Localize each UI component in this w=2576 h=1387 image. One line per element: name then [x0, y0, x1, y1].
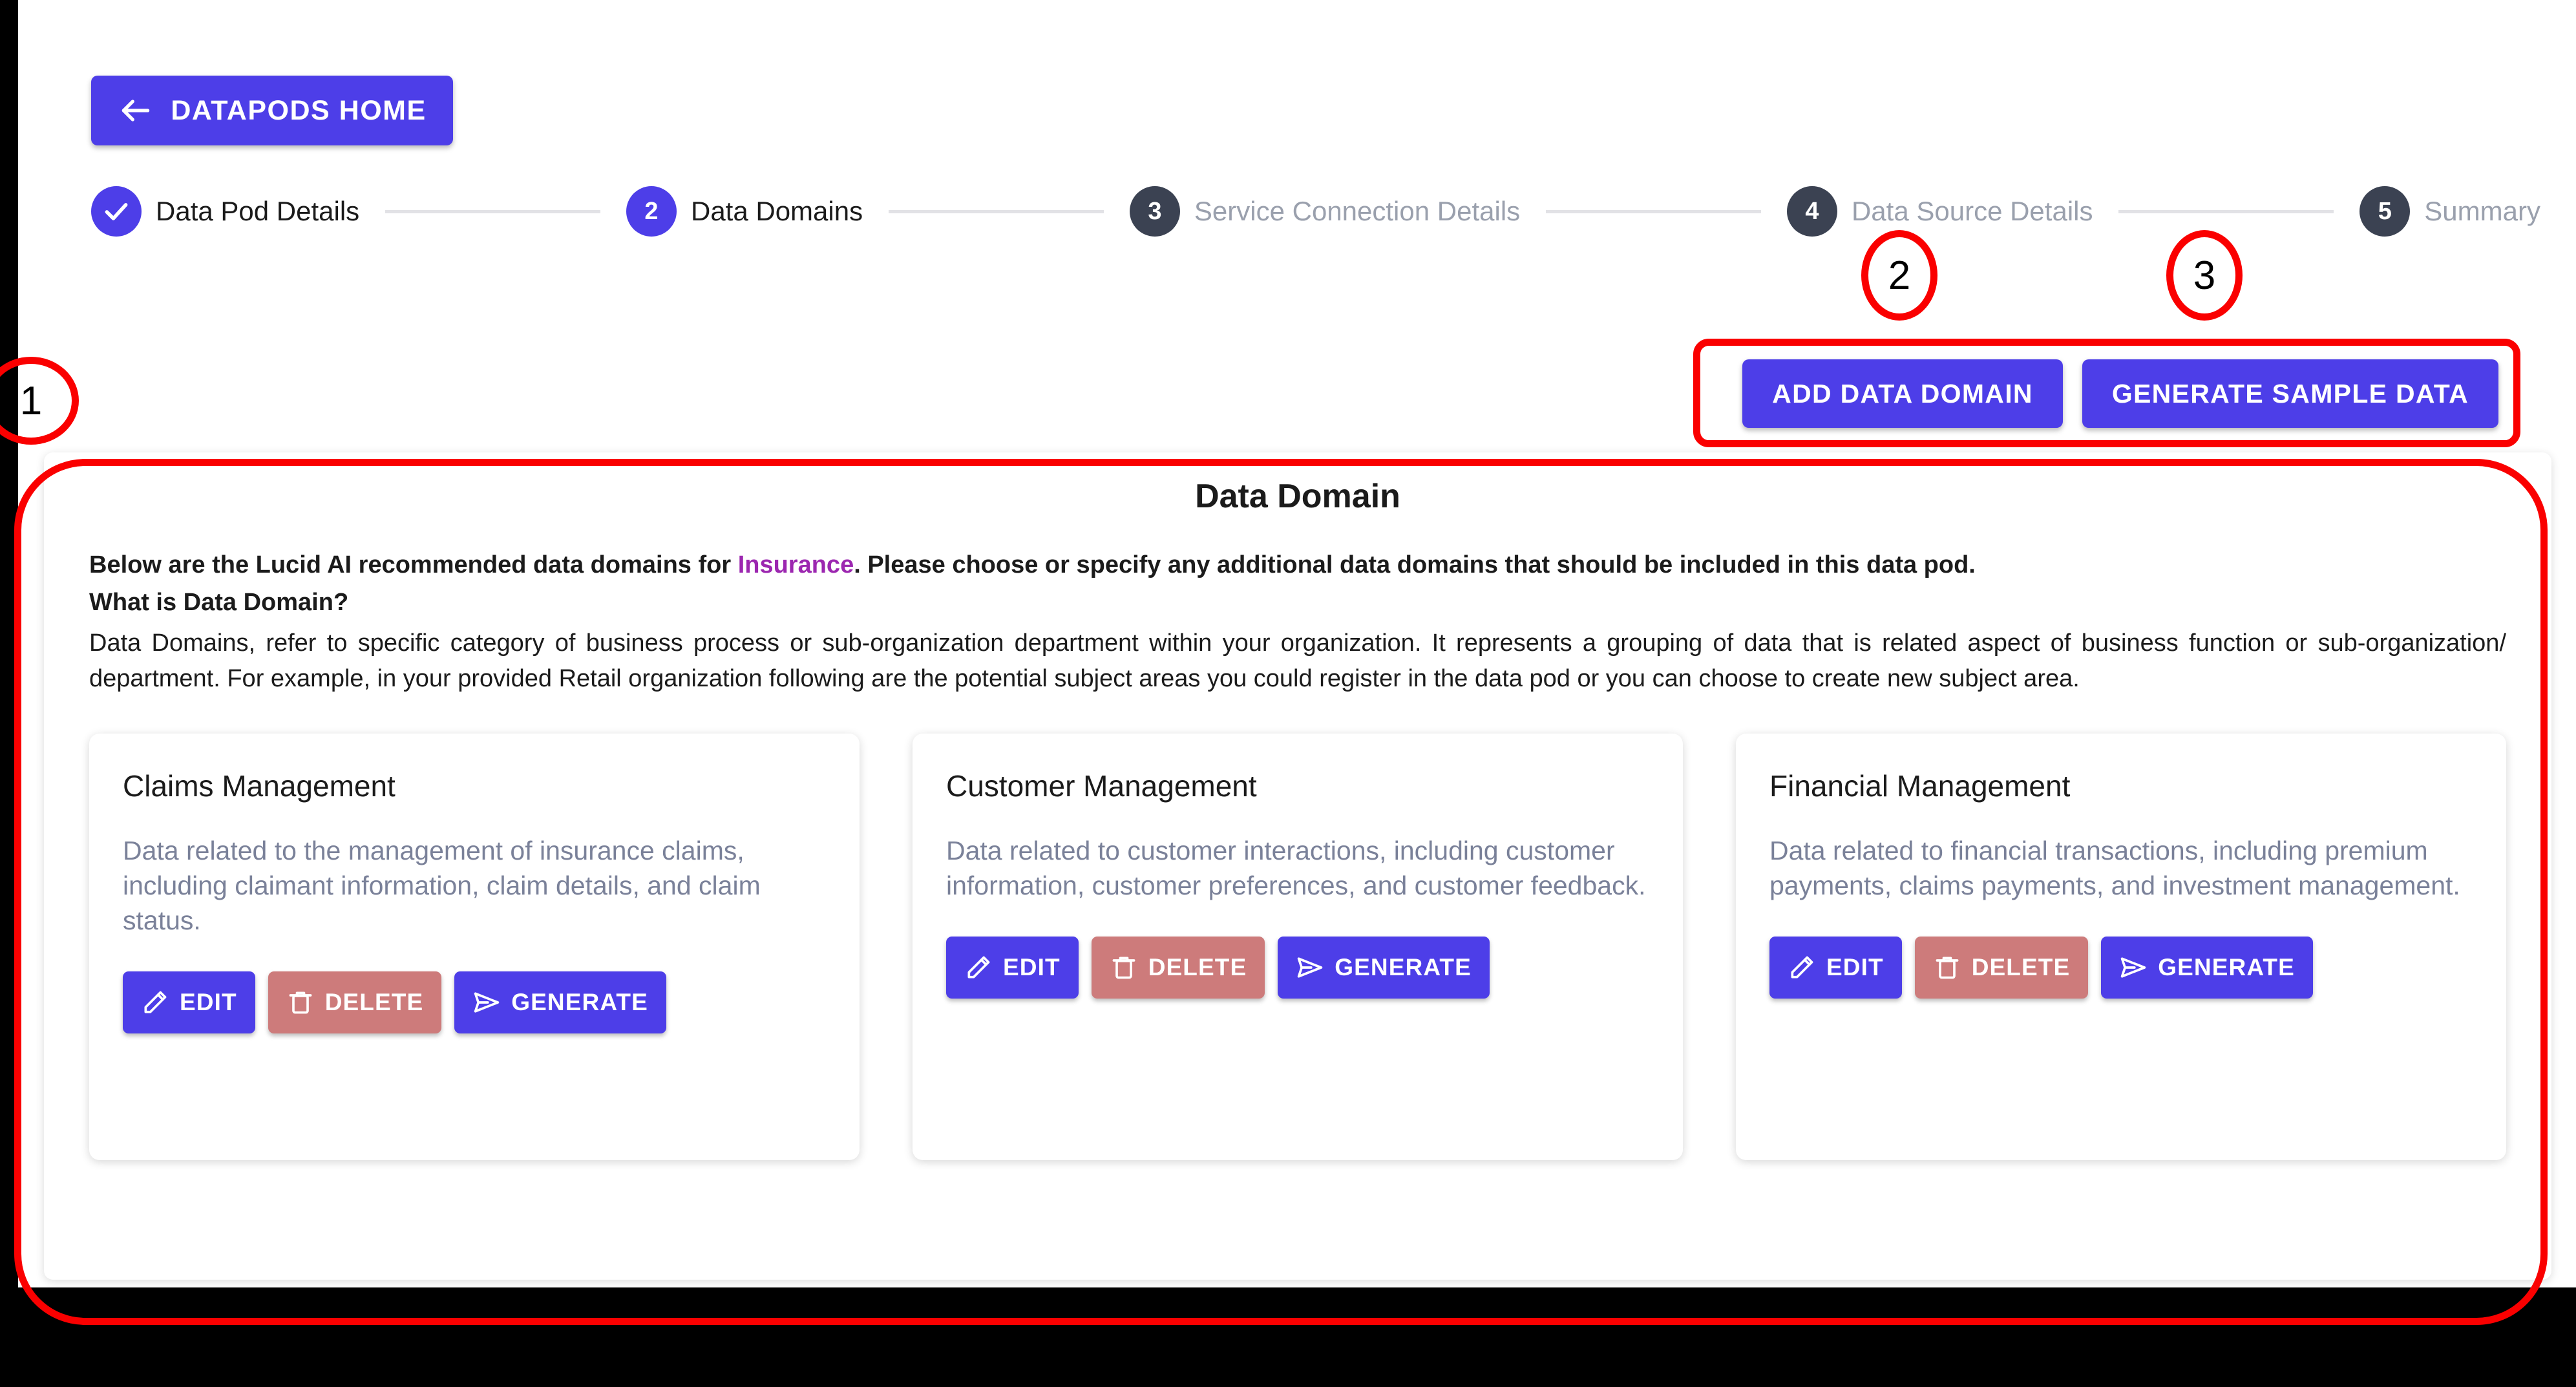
datapods-home-label: DATAPODS HOME — [171, 94, 427, 126]
page-background: DATAPODS HOME Data Pod Details 2 Data Do… — [18, 0, 2576, 1287]
edit-label: EDIT — [1826, 954, 1884, 981]
domain-card-actions: EDIT DELETE GENERATE — [123, 971, 826, 1034]
data-domain-explanation: Data Domains, refer to specific category… — [89, 630, 2506, 693]
domain-card-list: Claims Management Data related to the ma… — [44, 733, 2551, 1160]
send-icon — [1296, 953, 1324, 982]
lead-prefix: Below are the Lucid AI recommended data … — [89, 551, 738, 578]
edit-label: EDIT — [180, 989, 237, 1016]
domain-card: Customer Management Data related to cust… — [913, 733, 1683, 1160]
edit-button[interactable]: EDIT — [946, 937, 1079, 999]
delete-label: DELETE — [324, 989, 424, 1016]
arrow-left-icon — [118, 92, 154, 129]
domain-card: Claims Management Data related to the ma… — [89, 733, 860, 1160]
delete-button[interactable]: DELETE — [268, 971, 442, 1034]
delete-button[interactable]: DELETE — [1914, 937, 2089, 999]
datapods-home-button[interactable]: DATAPODS HOME — [91, 76, 453, 145]
step-connector-3 — [1546, 209, 1761, 213]
generate-label: GENERATE — [511, 989, 648, 1016]
screen-root: DATAPODS HOME Data Pod Details 2 Data Do… — [0, 0, 2576, 1387]
step-data-source-details[interactable]: 4 Data Source Details — [1786, 186, 2093, 237]
edit-button[interactable]: EDIT — [1769, 937, 1902, 999]
pencil-icon — [141, 988, 169, 1017]
domain-card-actions: EDIT DELETE GENERATE — [946, 937, 1649, 999]
step-connector-2 — [889, 209, 1104, 213]
send-icon — [2119, 953, 2148, 982]
step-5-label: Summary — [2424, 196, 2540, 226]
lead-description: Below are the Lucid AI recommended data … — [89, 547, 2506, 584]
add-data-domain-button[interactable]: ADD DATA DOMAIN — [1742, 359, 2063, 428]
generate-sample-data-button[interactable]: GENERATE SAMPLE DATA — [2082, 359, 2498, 428]
step-service-connection-details[interactable]: 3 Service Connection Details — [1129, 186, 1521, 237]
step-2-label: Data Domains — [690, 196, 863, 226]
domain-card-title: Customer Management — [946, 768, 1257, 803]
generate-label: GENERATE — [2158, 954, 2295, 981]
step-5-bullet: 5 — [2360, 186, 2411, 237]
page-title: Data Domain — [1195, 478, 1400, 515]
domain-card-description: Data related to financial transactions, … — [1769, 835, 2460, 901]
panel-body: Below are the Lucid AI recommended data … — [44, 516, 2551, 697]
generate-button[interactable]: GENERATE — [454, 971, 666, 1034]
panel-actions-toolbar: ADD DATA DOMAIN GENERATE SAMPLE DATA — [1742, 359, 2498, 428]
edit-button[interactable]: EDIT — [123, 971, 255, 1034]
step-4-label: Data Source Details — [1851, 196, 2093, 226]
delete-label: DELETE — [1148, 954, 1247, 981]
domain-card-actions: EDIT DELETE GENERATE — [1769, 937, 2473, 999]
step-3-label: Service Connection Details — [1194, 196, 1521, 226]
delete-button[interactable]: DELETE — [1091, 937, 1265, 999]
domain-card-title: Claims Management — [123, 768, 396, 803]
trash-icon — [1110, 953, 1138, 982]
pencil-icon — [1788, 953, 1816, 982]
edit-label: EDIT — [1003, 954, 1061, 981]
step-1-bullet — [91, 186, 142, 237]
wizard-stepper: Data Pod Details 2 Data Domains 3 Servic… — [91, 176, 2540, 247]
what-is-data-domain-heading: What is Data Domain? — [89, 589, 349, 616]
lead-suffix: . Please choose or specify any additiona… — [854, 551, 1976, 578]
pencil-icon — [964, 953, 993, 982]
industry-highlight: Insurance — [737, 551, 854, 578]
trash-icon — [286, 988, 315, 1017]
step-3-bullet: 3 — [1129, 186, 1180, 237]
step-2-bullet: 2 — [626, 186, 677, 237]
domain-card-description: Data related to the management of insura… — [123, 835, 761, 936]
step-4-bullet: 4 — [1786, 186, 1837, 237]
domain-card-title: Financial Management — [1769, 768, 2071, 803]
generate-button[interactable]: GENERATE — [2101, 937, 2313, 999]
generate-label: GENERATE — [1335, 954, 1472, 981]
domain-card: Financial Management Data related to fin… — [1736, 733, 2506, 1160]
step-connector-1 — [385, 209, 600, 213]
data-domain-panel: Data Domain Below are the Lucid AI recom… — [44, 452, 2551, 1280]
step-data-domains[interactable]: 2 Data Domains — [626, 186, 863, 237]
step-connector-4 — [2118, 209, 2334, 213]
step-1-label: Data Pod Details — [156, 196, 360, 226]
domain-card-description: Data related to customer interactions, i… — [946, 835, 1646, 901]
send-icon — [472, 988, 501, 1017]
step-data-pod-details[interactable]: Data Pod Details — [91, 186, 359, 237]
step-summary[interactable]: 5 Summary — [2360, 186, 2540, 237]
delete-label: DELETE — [1971, 954, 2071, 981]
generate-button[interactable]: GENERATE — [1278, 937, 1490, 999]
trash-icon — [1933, 953, 1961, 982]
